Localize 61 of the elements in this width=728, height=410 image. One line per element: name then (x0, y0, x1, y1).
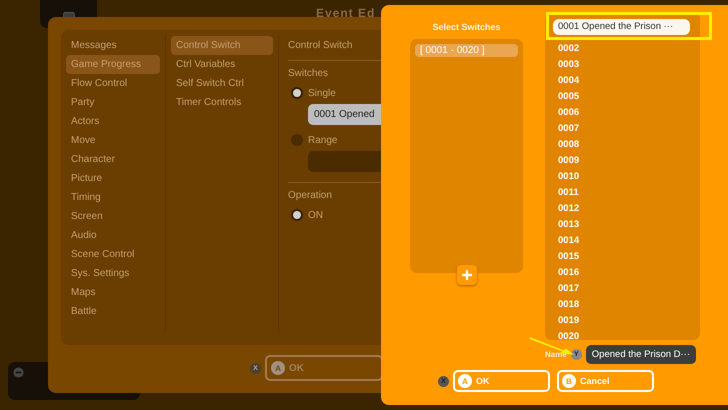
switch-item[interactable]: 0017 (553, 281, 700, 297)
key-badge: A (271, 361, 285, 375)
command-item[interactable]: Ctrl Variables (171, 55, 273, 74)
category-item[interactable]: Timing (66, 188, 160, 207)
switch-item[interactable]: 0001 Opened the Prison ··· (553, 19, 690, 35)
switch-item[interactable]: 0007 (553, 121, 700, 137)
switch-item[interactable]: 0016 (553, 265, 700, 281)
section-label: Operation (288, 189, 332, 203)
radio-button[interactable] (291, 87, 303, 99)
section-label: Switches (288, 67, 328, 81)
switch-item[interactable]: 0020 (553, 329, 700, 340)
name-field[interactable]: Opened the Prison D··· (586, 345, 696, 364)
switch-item[interactable]: 0002 (553, 41, 700, 57)
switch-item[interactable]: 0014 (553, 233, 700, 249)
category-item[interactable]: Actors (66, 112, 160, 131)
key-badge: B (562, 374, 576, 388)
radio-label: Range (308, 134, 338, 146)
radio-button[interactable] (291, 209, 303, 221)
category-item[interactable]: Messages (66, 36, 160, 55)
command-item[interactable]: Control Switch (171, 36, 273, 55)
switch-item[interactable]: 0006 (553, 105, 700, 121)
category-item[interactable]: Sys. Settings (66, 264, 160, 283)
switch-item[interactable]: 0005 (553, 89, 700, 105)
switch-item[interactable]: 0008 (553, 137, 700, 153)
category-item[interactable]: Party (66, 93, 160, 112)
category-item[interactable]: Audio (66, 226, 160, 245)
category-item[interactable]: Maps (66, 283, 160, 302)
category-item[interactable]: Scene Control (66, 245, 160, 264)
add-button[interactable] (456, 265, 476, 285)
category-item[interactable]: Flow Control (66, 74, 160, 93)
switch-item[interactable]: 0010 (553, 169, 700, 185)
category-item[interactable]: Character (66, 150, 160, 169)
category-item[interactable]: Picture (66, 169, 160, 188)
switch-item[interactable]: 0009 (553, 153, 700, 169)
category-item[interactable]: Battle (66, 302, 160, 321)
category-item[interactable]: Game Progress (66, 55, 160, 74)
window-title: Event Ed (316, 6, 376, 20)
dialog-button[interactable]: A OK (453, 370, 550, 392)
section-title: Control Switch (288, 39, 352, 53)
switch-item[interactable]: 0012 (553, 201, 700, 217)
switch-item[interactable]: 0003 (553, 57, 700, 73)
minus-icon (13, 367, 24, 378)
command-item[interactable]: Self Switch Ctrl (171, 74, 273, 93)
dialog-title: Select Switches (432, 22, 501, 34)
radio-label: Single (308, 88, 336, 98)
switch-item[interactable]: 0011 (553, 185, 700, 201)
switch-item[interactable]: 0015 (553, 249, 700, 265)
switch-item[interactable]: 0004 (553, 73, 700, 89)
radio-label: ON (308, 210, 323, 220)
key-badge: A (458, 374, 472, 388)
radio-button[interactable] (291, 134, 303, 146)
switch-item[interactable]: 0019 (553, 313, 700, 329)
command-item[interactable]: Timer Controls (171, 93, 273, 112)
group-item[interactable]: [ 0001 - 0020 ] (415, 44, 518, 57)
switch-item[interactable]: 0018 (553, 297, 700, 313)
switch-item[interactable]: 0013 (553, 217, 700, 233)
plus-icon (462, 270, 472, 280)
category-item[interactable]: Screen (66, 207, 160, 226)
dialog-button[interactable]: B Cancel (557, 370, 654, 392)
category-item[interactable]: Move (66, 131, 160, 150)
name-label: Name (545, 350, 567, 359)
